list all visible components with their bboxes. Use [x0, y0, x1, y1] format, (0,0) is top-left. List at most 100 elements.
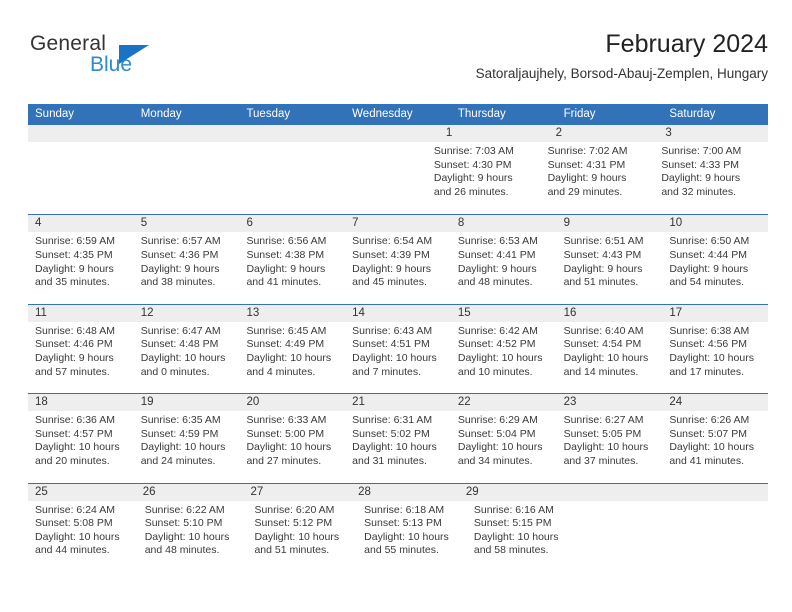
sunrise-text: Sunrise: 6:56 AM: [246, 235, 327, 248]
day-number[interactable]: 26: [136, 484, 244, 501]
day-number[interactable]: 13: [239, 305, 345, 322]
day-number[interactable]: 28: [351, 484, 459, 501]
day-cell[interactable]: Sunrise: 6:40 AM Sunset: 4:54 PM Daylight:…: [557, 322, 663, 379]
daylight-text: and 38 minutes.: [140, 276, 216, 289]
day-number-band: 4 5 6 7 8 9 10: [28, 215, 768, 233]
daylight-text: and 41 minutes.: [246, 276, 322, 289]
day-number[interactable]: 21: [345, 394, 451, 411]
day-number[interactable]: 7: [345, 215, 451, 232]
day-cell[interactable]: Sunrise: 6:57 AM Sunset: 4:36 PM Daylight:…: [134, 232, 240, 289]
day-cell[interactable]: Sunrise: 6:36 AM Sunset: 4:57 PM Daylight:…: [28, 411, 134, 468]
daylight-text: Daylight: 10 hours: [352, 441, 437, 454]
day-number[interactable]: 18: [28, 394, 134, 411]
sunset-text: Sunset: 5:04 PM: [457, 427, 536, 440]
day-cell[interactable]: Sunrise: 6:33 AM Sunset: 5:00 PM Daylight:…: [239, 411, 345, 468]
page-header: General Blue February 2024 Satoraljaujhe…: [28, 28, 768, 94]
day-cell[interactable]: Sunrise: 6:53 AM Sunset: 4:41 PM Daylight:…: [451, 232, 557, 289]
empty-day-number: [28, 125, 131, 142]
sunset-text: Sunset: 4:52 PM: [457, 338, 536, 351]
day-number[interactable]: 20: [239, 394, 345, 411]
daylight-text: Daylight: 9 hours: [35, 351, 114, 364]
day-cell[interactable]: Sunrise: 6:31 AM Sunset: 5:02 PM Daylight:…: [345, 411, 451, 468]
sunrise-text: Sunrise: 6:51 AM: [563, 235, 644, 248]
sunrise-text: Sunrise: 6:16 AM: [473, 503, 554, 516]
day-cell[interactable]: Sunrise: 6:24 AM Sunset: 5:08 PM Daylight:…: [28, 501, 138, 558]
daylight-text: and 35 minutes.: [35, 276, 110, 289]
general-blue-logo[interactable]: General Blue: [28, 32, 188, 88]
sunset-text: Sunset: 5:07 PM: [669, 427, 747, 440]
day-detail-band: Sunrise: 6:24 AM Sunset: 5:08 PM Daylight:…: [28, 500, 768, 558]
day-number[interactable]: 3: [658, 125, 768, 142]
day-number[interactable]: 6: [239, 215, 345, 232]
day-cell[interactable]: Sunrise: 6:38 AM Sunset: 4:56 PM Daylight:…: [662, 322, 768, 379]
day-number[interactable]: 9: [557, 215, 663, 232]
day-cell[interactable]: Sunrise: 6:22 AM Sunset: 5:10 PM Daylight:…: [138, 501, 248, 558]
day-cell[interactable]: Sunrise: 6:54 AM Sunset: 4:39 PM Daylight:…: [345, 232, 451, 289]
daylight-text: Daylight: 10 hours: [35, 530, 120, 543]
day-cell[interactable]: Sunrise: 6:59 AM Sunset: 4:35 PM Daylight:…: [28, 232, 134, 289]
day-cell[interactable]: Sunrise: 6:26 AM Sunset: 5:07 PM Daylight:…: [662, 411, 768, 468]
daylight-text: and 51 minutes.: [563, 276, 639, 289]
day-number[interactable]: 27: [243, 484, 351, 501]
sunrise-text: Sunrise: 7:02 AM: [547, 145, 628, 157]
empty-day-number: [233, 125, 336, 142]
day-cell[interactable]: Sunrise: 6:20 AM Sunset: 5:12 PM Daylight:…: [247, 501, 357, 558]
sunrise-text: Sunrise: 6:36 AM: [35, 414, 115, 427]
daylight-text: and 24 minutes.: [140, 454, 216, 467]
daylight-text: and 26 minutes.: [433, 185, 509, 198]
day-number[interactable]: 25: [28, 484, 136, 501]
sunrise-text: Sunrise: 6:48 AM: [35, 324, 115, 337]
sunrise-text: Sunrise: 6:40 AM: [563, 324, 644, 337]
day-cell[interactable]: Sunrise: 6:27 AM Sunset: 5:05 PM Daylight:…: [557, 411, 663, 468]
weekday-header-monday: Monday: [140, 108, 182, 120]
day-number[interactable]: 23: [557, 394, 663, 411]
page-subtitle: Satoraljaujhely, Borsod-Abauj-Zemplen, H…: [475, 66, 768, 81]
day-number[interactable]: 11: [28, 305, 134, 322]
day-cell[interactable]: Sunrise: 6:43 AM Sunset: 4:51 PM Daylight:…: [345, 322, 451, 379]
sunrise-text: Sunrise: 6:42 AM: [457, 324, 538, 337]
day-cell[interactable]: Sunrise: 6:18 AM Sunset: 5:13 PM Daylight:…: [357, 501, 467, 558]
day-cell[interactable]: Sunrise: 6:50 AM Sunset: 4:44 PM Daylight:…: [662, 232, 768, 289]
daylight-text: and 41 minutes.: [669, 454, 745, 467]
day-number[interactable]: 17: [662, 305, 768, 322]
day-number[interactable]: 24: [662, 394, 768, 411]
day-cell[interactable]: Sunrise: 6:51 AM Sunset: 4:43 PM Daylight:…: [557, 232, 663, 289]
empty-day-cell: [577, 501, 673, 558]
day-cell[interactable]: Sunrise: 7:02 AM Sunset: 4:31 PM Daylight:…: [541, 142, 655, 199]
day-cell[interactable]: Sunrise: 6:48 AM Sunset: 4:46 PM Daylight:…: [28, 322, 134, 379]
day-number[interactable]: 5: [134, 215, 240, 232]
day-number[interactable]: 15: [451, 305, 557, 322]
day-number[interactable]: 4: [28, 215, 134, 232]
day-number[interactable]: 8: [451, 215, 557, 232]
sunset-text: Sunset: 4:44 PM: [669, 248, 747, 261]
daylight-text: Daylight: 10 hours: [254, 530, 340, 543]
day-cell[interactable]: Sunrise: 6:56 AM Sunset: 4:38 PM Daylight:…: [239, 232, 345, 289]
day-cell[interactable]: Sunrise: 6:45 AM Sunset: 4:49 PM Daylight:…: [239, 322, 345, 379]
daylight-text: Daylight: 10 hours: [246, 351, 332, 364]
day-number[interactable]: 12: [134, 305, 240, 322]
day-number[interactable]: 14: [345, 305, 451, 322]
day-number[interactable]: 16: [557, 305, 663, 322]
weekday-header-sunday: Sunday: [35, 108, 75, 120]
day-number[interactable]: 10: [662, 215, 768, 232]
day-cell[interactable]: Sunrise: 6:35 AM Sunset: 4:59 PM Daylight:…: [134, 411, 240, 468]
day-number[interactable]: 2: [549, 125, 659, 142]
daylight-text: and 54 minutes.: [669, 276, 745, 289]
day-cell[interactable]: Sunrise: 6:47 AM Sunset: 4:48 PM Daylight:…: [134, 322, 240, 379]
daylight-text: and 31 minutes.: [352, 454, 427, 467]
day-number[interactable]: 19: [134, 394, 240, 411]
week-row: 11 12 13 14 15 16 17 Sunrise: 6:48 AM Sunset: 4:…: [28, 303, 768, 393]
day-cell[interactable]: Sunrise: 6:16 AM Sunset: 5:15 PM Daylight:…: [467, 501, 577, 558]
day-cell[interactable]: Sunrise: 7:03 AM Sunset: 4:30 PM Daylight:…: [427, 142, 541, 199]
daylight-text: Daylight: 10 hours: [364, 530, 449, 543]
day-number[interactable]: 1: [439, 125, 549, 142]
day-cell[interactable]: Sunrise: 6:29 AM Sunset: 5:04 PM Daylight:…: [451, 411, 557, 468]
day-cell[interactable]: Sunrise: 7:00 AM Sunset: 4:33 PM Daylight:…: [654, 142, 768, 199]
day-cell[interactable]: Sunrise: 6:42 AM Sunset: 4:52 PM Daylight:…: [451, 322, 557, 379]
sunset-text: Sunset: 4:39 PM: [352, 248, 430, 261]
calendar-grid: Sunday Monday Tuesday Wednesday Thursday Frid…: [28, 104, 768, 572]
day-number[interactable]: 22: [451, 394, 557, 411]
title-block: February 2024 Satoraljaujhely, Borsod-Ab…: [476, 28, 768, 83]
empty-day-cell: [227, 142, 327, 199]
day-number[interactable]: 29: [459, 484, 567, 501]
